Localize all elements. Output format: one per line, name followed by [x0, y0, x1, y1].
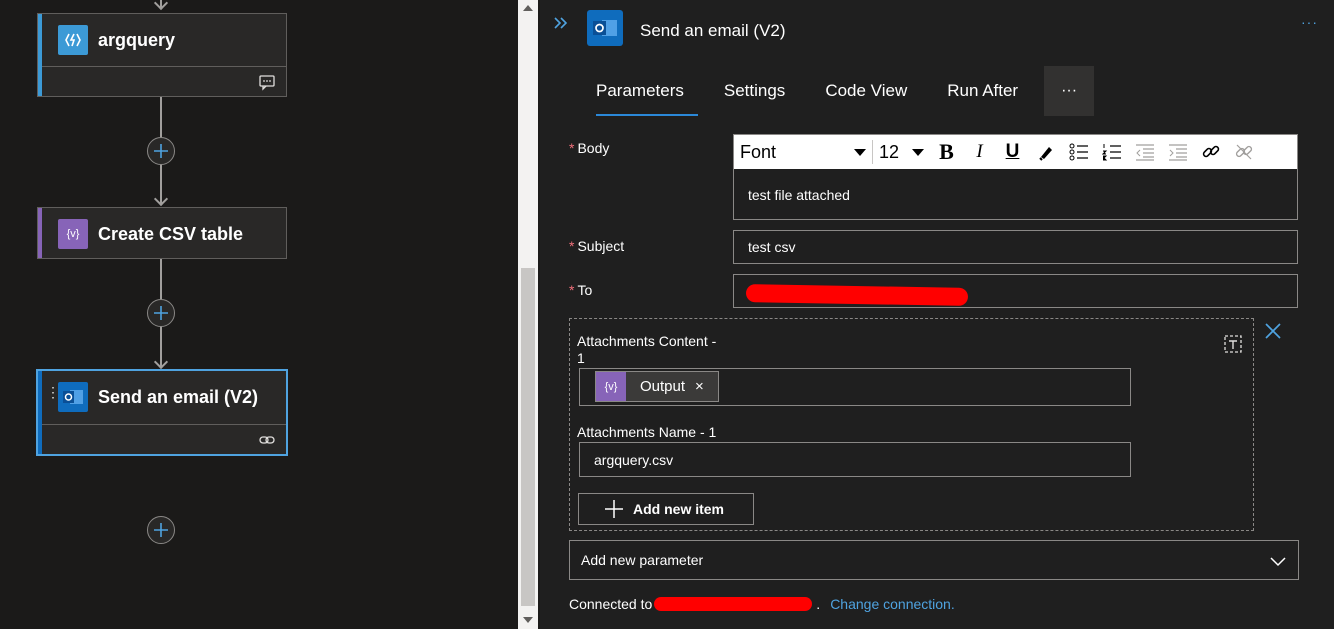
attachments-name-label: Attachments Name - 1	[577, 424, 717, 440]
insert-step-button[interactable]	[147, 137, 175, 165]
more-options-icon[interactable]: ···	[1301, 14, 1318, 30]
redaction-mark	[745, 284, 969, 306]
add-new-parameter-dropdown[interactable]: Add new parameter	[569, 540, 1299, 580]
plus-icon	[154, 306, 168, 320]
close-icon[interactable]	[1264, 322, 1282, 340]
chevron-down-icon	[854, 148, 866, 156]
body-label: * Body	[569, 140, 610, 156]
body-text[interactable]: test file attached	[748, 187, 850, 203]
attachments-content-label: Attachments Content - 1	[577, 333, 717, 366]
editor-toolbar: Font 12 B I U	[734, 135, 1297, 169]
add-step-button[interactable]	[147, 516, 175, 544]
panel-header: Send an email (V2) ···	[540, 0, 1334, 60]
data-operation-icon: {v}	[596, 372, 626, 401]
remove-link-icon[interactable]	[1227, 138, 1260, 166]
panel-title: Send an email (V2)	[640, 21, 786, 40]
italic-icon[interactable]: I	[963, 138, 996, 166]
font-family-select[interactable]: Font	[734, 140, 872, 164]
insert-link-icon[interactable]	[1194, 138, 1227, 166]
panel-tabs: Parameters Settings Code View Run After …	[582, 66, 1095, 118]
function-icon	[58, 25, 88, 55]
chevron-down-icon	[1270, 557, 1286, 567]
step-title: Create CSV table	[98, 223, 244, 244]
body-rich-text-editor[interactable]: Font 12 B I U test file attached	[733, 134, 1298, 220]
plus-icon	[154, 523, 168, 537]
scroll-thumb[interactable]	[521, 268, 535, 606]
scroll-up-arrow[interactable]	[523, 5, 533, 11]
delete-item-icon[interactable]	[1222, 333, 1244, 355]
scroll-down-arrow[interactable]	[523, 617, 533, 623]
connection-link-icon[interactable]	[258, 431, 276, 449]
required-marker: *	[569, 140, 575, 156]
highlight-icon[interactable]	[1029, 138, 1062, 166]
insert-step-button[interactable]	[147, 299, 175, 327]
tab-run-after[interactable]: Run After	[933, 66, 1032, 116]
card-footer	[42, 66, 286, 96]
step-title: argquery	[98, 29, 176, 50]
attachments-content-input[interactable]: {v} Output ×	[579, 368, 1131, 406]
plus-icon	[154, 144, 168, 158]
underline-icon[interactable]: U	[996, 138, 1029, 166]
attachments-group: Attachments Content - 1 {v} Output × Att…	[569, 318, 1254, 531]
outlook-icon	[58, 382, 88, 412]
change-connection-link[interactable]: Change connection.	[830, 596, 955, 612]
remove-token-icon[interactable]: ×	[695, 378, 704, 395]
subject-label: * Subject	[569, 238, 625, 254]
bold-icon[interactable]: B	[930, 138, 963, 166]
attachments-name-input[interactable]: argquery.csv	[579, 442, 1131, 477]
data-operation-icon: {v}	[58, 219, 88, 249]
required-marker: *	[569, 238, 575, 254]
step-card-create-csv-table[interactable]: {v} Create CSV table	[37, 207, 287, 259]
designer-canvas: argquery {v} Create CSV table ⋮ Send an …	[0, 0, 518, 629]
card-footer	[42, 424, 286, 454]
canvas-scrollbar[interactable]	[518, 0, 538, 629]
tab-parameters[interactable]: Parameters	[582, 66, 698, 116]
step-title: Send an email (V2)	[98, 386, 259, 407]
outlook-icon	[587, 10, 623, 46]
redaction-mark	[654, 597, 813, 611]
connector-arrow	[153, 191, 169, 207]
details-panel: Send an email (V2) ··· Parameters Settin…	[540, 0, 1334, 629]
step-card-argquery[interactable]: argquery	[37, 13, 287, 97]
plus-icon	[605, 500, 623, 518]
comment-icon[interactable]	[258, 73, 276, 91]
required-marker: *	[569, 282, 575, 298]
increase-indent-icon[interactable]	[1161, 138, 1194, 166]
connection-info: Connected to . Change connection.	[569, 596, 955, 612]
tab-more-button[interactable]: ···	[1044, 66, 1095, 116]
decrease-indent-icon[interactable]	[1128, 138, 1161, 166]
step-card-send-email[interactable]: ⋮ Send an email (V2)	[36, 369, 288, 456]
chevron-down-icon	[912, 148, 924, 156]
subject-input[interactable]: test csv	[733, 230, 1298, 264]
to-label: * To	[569, 282, 593, 298]
collapse-panel-icon[interactable]	[552, 14, 570, 32]
font-size-select[interactable]: 12	[873, 140, 930, 164]
connector-arrow	[153, 0, 169, 11]
tab-code-view[interactable]: Code View	[811, 66, 921, 116]
output-token[interactable]: {v} Output ×	[595, 371, 719, 402]
bulleted-list-icon[interactable]	[1062, 138, 1095, 166]
connector-arrow	[153, 354, 169, 370]
numbered-list-icon[interactable]	[1095, 138, 1128, 166]
add-new-item-button[interactable]: Add new item	[578, 493, 754, 525]
tab-settings[interactable]: Settings	[710, 66, 799, 116]
